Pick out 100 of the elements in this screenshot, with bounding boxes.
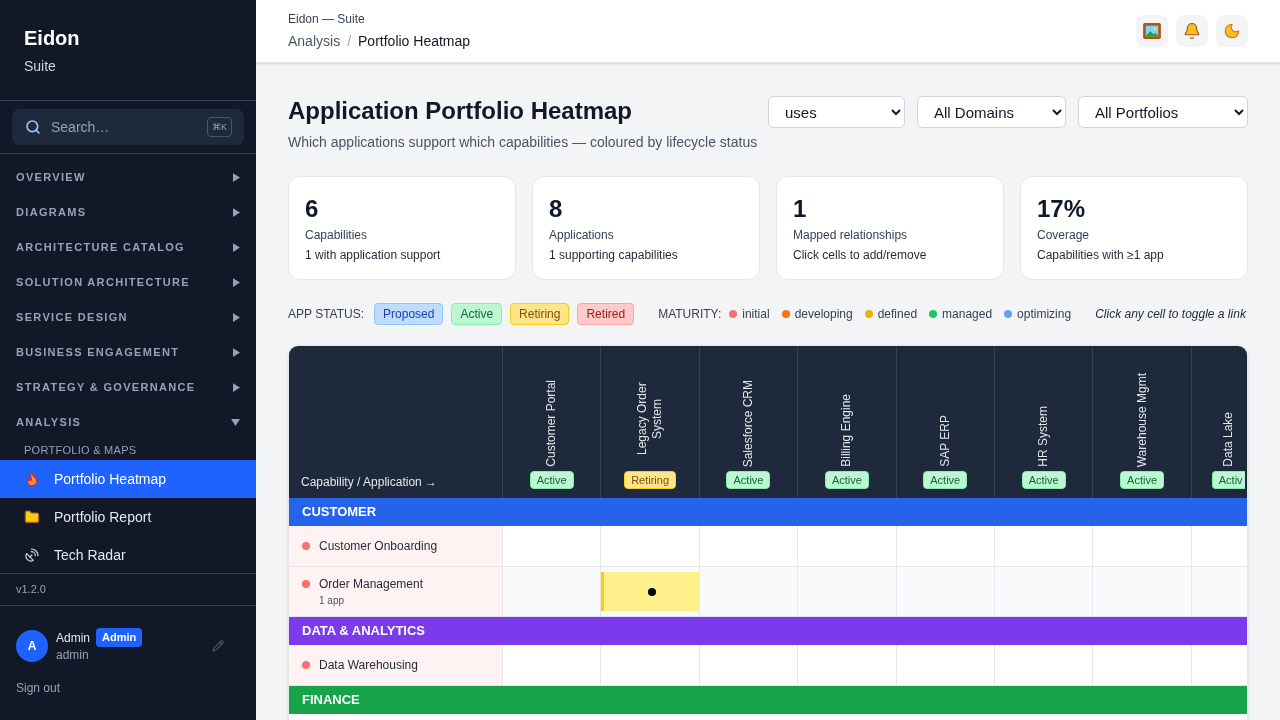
heatmap-cell[interactable]: [1190, 567, 1247, 617]
maturity-label: defined: [877, 306, 918, 322]
application-name: SAP ERP: [937, 415, 953, 467]
heatmap-cell[interactable]: [698, 526, 798, 567]
heatmap-cell[interactable]: [1092, 645, 1191, 686]
group-header: DATA & ANALYTICS: [289, 617, 1247, 645]
capability-name: Data Warehousing: [319, 657, 418, 673]
search-icon: [25, 119, 41, 135]
heatmap-cell[interactable]: [895, 567, 994, 617]
heatmap-cell[interactable]: [797, 567, 896, 617]
nav-section[interactable]: STRATEGY & GOVERNANCE: [0, 370, 256, 405]
heatmap-cell[interactable]: [502, 526, 601, 567]
heatmap-cell[interactable]: [993, 567, 1093, 617]
bell-icon: [1183, 22, 1201, 40]
heatmap-cell[interactable]: [797, 645, 896, 686]
heatmap-cell[interactable]: [1190, 526, 1247, 567]
brand-subtitle: Suite: [24, 57, 57, 76]
status-badge: Active: [1021, 471, 1066, 489]
role-badge: Admin: [96, 628, 143, 647]
heatmap-cell[interactable]: [600, 526, 699, 567]
status-badge: Retiring: [624, 471, 677, 489]
breadcrumb-link[interactable]: Analysis: [288, 31, 341, 51]
heatmap-cell[interactable]: [1092, 567, 1191, 617]
image-button[interactable]: [1136, 15, 1168, 47]
application-name: Customer Portal: [544, 380, 560, 467]
heatmap-cell[interactable]: [502, 567, 601, 617]
maturity-label: initial: [742, 306, 770, 322]
capability-app-count: 1 app: [319, 593, 346, 608]
nav-section[interactable]: SOLUTION ARCHITECTURE: [0, 265, 256, 300]
status-badge: Active: [923, 471, 968, 489]
heatmap-cell[interactable]: [895, 526, 994, 567]
nav-section[interactable]: ANALYSIS: [0, 405, 256, 440]
stat-label: Mapped relationships: [793, 227, 909, 243]
status-badge: Active: [529, 471, 574, 489]
filter-select[interactable]: uses: [768, 96, 905, 128]
heatmap-cell[interactable]: [600, 567, 699, 617]
folder-icon: [24, 509, 40, 525]
nav-group-heading: PORTFOLIO & MAPS: [23, 442, 138, 458]
nav-item[interactable]: Portfolio Heatmap: [0, 460, 256, 498]
application-name: Warehouse Mgmt: [1134, 372, 1150, 467]
heatmap-cell[interactable]: [698, 645, 798, 686]
maturity-label: managed: [942, 306, 993, 322]
stat-detail: 1 with application support: [305, 247, 442, 263]
status-badge: Activ: [1211, 471, 1245, 489]
heatmap-cell[interactable]: [698, 567, 798, 617]
corner-header: Capability / Application →: [289, 346, 502, 498]
notifications-button[interactable]: [1176, 15, 1208, 47]
nav-section[interactable]: SERVICE DESIGN: [0, 300, 256, 335]
nav-section[interactable]: ARCHITECTURE CATALOG: [0, 230, 256, 265]
stat-value: 1: [793, 194, 808, 224]
brand-title: Eidon: [24, 26, 81, 51]
status-badge: Active: [824, 471, 869, 489]
filter-select[interactable]: All Domains: [917, 96, 1066, 128]
heatmap-cell[interactable]: [502, 645, 601, 686]
status-badge: Active: [726, 471, 771, 489]
theme-toggle-button[interactable]: [1216, 15, 1248, 47]
heatmap-cell[interactable]: [1190, 645, 1247, 686]
application-name: Billing Engine: [839, 394, 855, 467]
application-name: Salesforce CRM: [740, 379, 756, 467]
capability-name: Order Management: [319, 575, 424, 592]
heatmap-cell[interactable]: [993, 526, 1093, 567]
nav-item[interactable]: Tech Radar: [0, 536, 256, 573]
moon-icon: [1223, 22, 1241, 40]
edit-icon[interactable]: [212, 639, 224, 652]
breadcrumb-current: Portfolio Heatmap: [358, 32, 471, 51]
group-header: CUSTOMER: [289, 498, 1247, 526]
page-subtitle: Which applications support which capabilities — coloured by lifecycle status: [288, 133, 758, 152]
user-username: admin: [56, 647, 90, 663]
breadcrumb-separator: /: [347, 32, 352, 51]
shortcut-hint: ⌘K: [207, 117, 232, 137]
capability-name: Customer Onboarding: [319, 538, 438, 554]
search-button[interactable]: Search… ⌘K: [12, 109, 244, 145]
nav-section[interactable]: OVERVIEW: [0, 160, 256, 195]
sign-out-link[interactable]: Sign out: [16, 680, 61, 696]
flame-icon: [24, 471, 40, 487]
heatmap-cell[interactable]: [600, 645, 699, 686]
framed-picture-icon: [1143, 23, 1161, 39]
stat-detail: 1 supporting capabilities: [549, 247, 679, 263]
heatmap-cell[interactable]: [797, 526, 896, 567]
heatmap-cell[interactable]: [1092, 526, 1191, 567]
nav-section[interactable]: DIAGRAMS: [0, 195, 256, 230]
status-badge: Retired: [577, 303, 635, 325]
application-name: HR System: [1036, 406, 1052, 467]
status-badge: Active: [1120, 471, 1164, 489]
maturity-label: developing: [794, 306, 853, 322]
status-badge: Active: [451, 303, 503, 325]
nav-section[interactable]: BUSINESS ENGAGEMENT: [0, 335, 256, 370]
stat-detail: Click cells to add/remove: [793, 247, 928, 263]
group-header: FINANCE: [289, 686, 1247, 714]
filter-select[interactable]: All Portfolios: [1078, 96, 1248, 128]
link-dot-icon: [647, 587, 656, 596]
maturity-label: optimizing: [1017, 306, 1072, 322]
user-name: Admin: [56, 629, 90, 646]
stat-label: Coverage: [1037, 227, 1091, 243]
heatmap-cell[interactable]: [993, 645, 1093, 686]
heatmap-cell[interactable]: [895, 645, 994, 686]
legend-label: APP STATUS:: [288, 306, 365, 322]
stat-value: 17%: [1037, 194, 1087, 224]
nav-item[interactable]: Portfolio Report: [0, 498, 256, 536]
user-avatar: A: [16, 629, 48, 662]
